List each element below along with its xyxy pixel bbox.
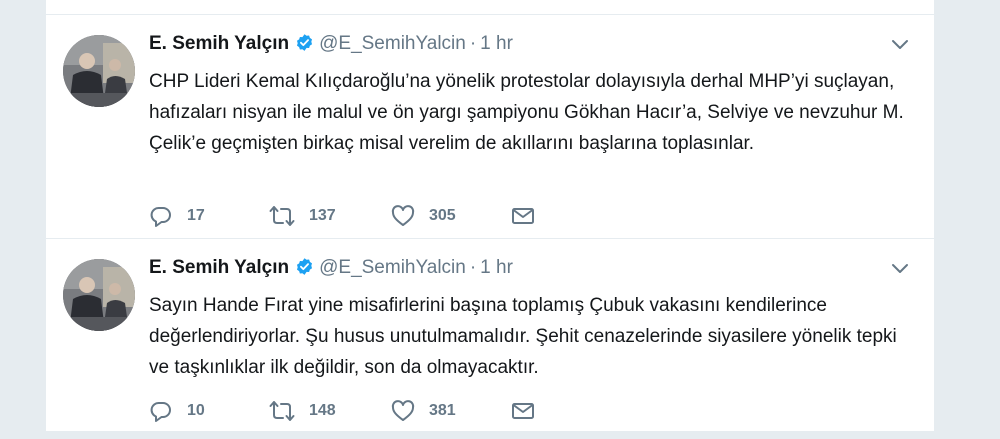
tweet[interactable]: E. Semih Yalçın @E_SemihYalcin · 1 hr Sayın… [46,239,934,439]
author-handle[interactable]: @E_SemihYalcin [319,257,466,278]
retweet-count: 148 [309,402,336,419]
direct-message-icon [512,208,534,224]
retweet-count: 137 [309,207,336,224]
reply-button[interactable]: 10 [149,397,205,425]
author-name[interactable]: E. Semih Yalçın [149,257,289,278]
tweet-content: E. Semih Yalçın @E_SemihYalcin · 1 hr Sayın… [149,257,909,383]
tweet-actions: 17 137 305 [149,202,569,230]
retweet-icon [269,206,295,226]
avatar[interactable] [63,35,135,107]
tweet[interactable]: E. Semih Yalçın @E_SemihYalcin · 1 hr CHP L… [46,14,934,239]
retweet-button[interactable]: 137 [269,202,336,230]
direct-message-icon [512,403,534,419]
retweet-button[interactable]: 148 [269,397,336,425]
like-count: 305 [429,207,456,224]
reply-button[interactable]: 17 [149,202,205,230]
tweet-header: E. Semih Yalçın @E_SemihYalcin · 1 hr [149,257,909,285]
reply-icon [150,207,171,227]
author-name[interactable]: E. Semih Yalçın [149,33,289,54]
separator-dot: · [469,257,477,278]
tweet-timestamp[interactable]: 1 hr [480,257,513,278]
reply-count: 10 [187,402,205,419]
tweet-content: E. Semih Yalçın @E_SemihYalcin · 1 hr CHP L… [149,33,909,159]
like-button[interactable]: 381 [391,397,456,425]
reply-icon [150,402,171,422]
tweet-actions: 10 148 381 [149,397,569,425]
retweet-icon [269,401,295,421]
verified-badge-icon [297,34,313,51]
tweet-text: Sayın Hande Fırat yine misafirlerini baş… [149,295,897,378]
direct-message-button[interactable] [511,397,535,425]
like-button[interactable]: 305 [391,202,456,230]
reply-count: 17 [187,207,205,224]
like-icon [391,205,415,226]
tweet-text: CHP Lideri Kemal Kılıçdaroğlu’na yönelik… [149,71,904,154]
timeline: E. Semih Yalçın @E_SemihYalcin · 1 hr CHP L… [45,0,935,439]
separator-dot: · [469,33,477,54]
chevron-down-icon[interactable] [891,39,909,51]
like-icon [391,400,415,421]
author-handle[interactable]: @E_SemihYalcin [319,33,466,54]
chevron-down-icon[interactable] [891,263,909,275]
tweet-header: E. Semih Yalçın @E_SemihYalcin · 1 hr [149,33,909,61]
tweet-timestamp[interactable]: 1 hr [480,33,513,54]
verified-badge-icon [297,258,313,275]
direct-message-button[interactable] [511,202,535,230]
avatar[interactable] [63,259,135,331]
like-count: 381 [429,402,456,419]
